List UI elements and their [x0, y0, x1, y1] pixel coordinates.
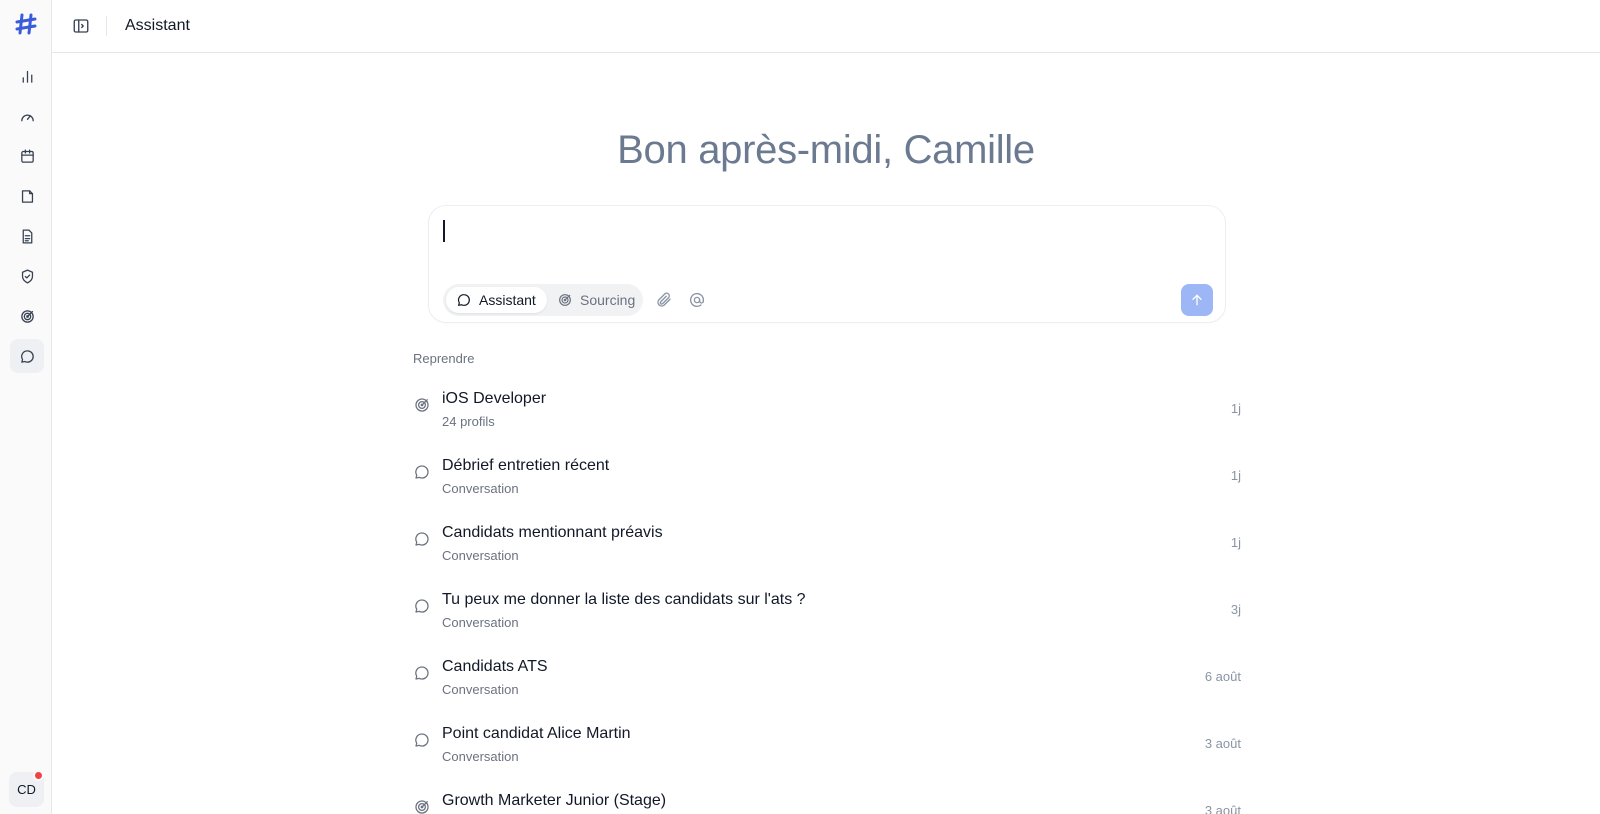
chat-bubble-icon[interactable] — [10, 339, 44, 373]
item-subtitle: Conversation — [442, 481, 519, 496]
mode-sourcing-button[interactable]: Sourcing — [547, 287, 646, 313]
gauge-icon[interactable] — [10, 99, 44, 133]
item-time: 1j — [1230, 468, 1241, 483]
sidebar: CD — [0, 0, 52, 814]
header-divider — [106, 16, 107, 36]
send-button[interactable] — [1181, 284, 1213, 316]
item-time: 1j — [1230, 401, 1241, 416]
item-title: Tu peux me donner la liste des candidats… — [442, 591, 806, 608]
page-title: Assistant — [125, 17, 190, 34]
chat-bubble-icon — [413, 463, 431, 481]
target-icon — [559, 294, 571, 306]
top-header: Assistant — [52, 0, 1600, 53]
item-subtitle: Conversation — [442, 749, 519, 764]
item-title: Point candidat Alice Martin — [442, 725, 631, 742]
notification-badge — [33, 770, 44, 781]
mode-assistant-label: Assistant — [479, 292, 536, 308]
at-mention-icon[interactable] — [688, 291, 706, 309]
item-subtitle: Conversation — [442, 682, 519, 697]
message-input[interactable] — [441, 216, 1201, 244]
list-item[interactable]: Candidats ATS Conversation 6 août — [413, 646, 1241, 713]
paperclip-icon[interactable] — [655, 291, 673, 309]
item-title: Débrief entretien récent — [442, 457, 610, 474]
item-subtitle: Conversation — [442, 615, 519, 630]
user-initials: CD — [17, 782, 36, 797]
chat-bubble-icon — [413, 731, 431, 749]
calendar-icon[interactable] — [10, 139, 44, 173]
target-icon[interactable] — [10, 299, 44, 333]
item-time: 6 août — [1204, 669, 1241, 684]
target-icon — [413, 798, 431, 814]
mode-assistant-button[interactable]: Assistant — [446, 287, 547, 313]
item-time: 3 août — [1204, 803, 1241, 814]
greeting-heading: Bon après-midi, Camille — [617, 128, 1035, 172]
chat-bubble-icon — [458, 294, 470, 306]
note-icon[interactable] — [10, 179, 44, 213]
item-title: Candidats ATS — [442, 658, 548, 675]
shield-check-icon[interactable] — [10, 259, 44, 293]
recent-list: iOS Developer 24 profils 1j Débrief entr… — [413, 378, 1241, 814]
document-icon[interactable] — [10, 219, 44, 253]
mode-sourcing-label: Sourcing — [580, 292, 636, 308]
target-icon — [413, 396, 431, 414]
item-subtitle: Conversation — [442, 548, 519, 563]
bar-chart-icon[interactable] — [10, 59, 44, 93]
app-logo-icon[interactable] — [14, 12, 38, 36]
item-time: 1j — [1230, 535, 1241, 550]
chat-bubble-icon — [413, 664, 431, 682]
list-item[interactable]: iOS Developer 24 profils 1j — [413, 378, 1241, 445]
message-composer: Assistant Sourcing — [428, 205, 1226, 323]
list-item[interactable]: Débrief entretien récent Conversation 1j — [413, 445, 1241, 512]
item-title: Candidats mentionnant préavis — [442, 524, 663, 541]
list-item[interactable]: Candidats mentionnant préavis Conversati… — [413, 512, 1241, 579]
resume-section-label: Reprendre — [413, 351, 475, 366]
item-title: Growth Marketer Junior (Stage) — [442, 792, 667, 809]
arrow-up-icon — [1192, 294, 1202, 306]
list-item[interactable]: Point candidat Alice Martin Conversation… — [413, 713, 1241, 780]
mode-switch: Assistant Sourcing — [443, 284, 643, 316]
sidebar-toggle-icon[interactable] — [72, 17, 90, 35]
chat-bubble-icon — [413, 530, 431, 548]
item-subtitle: 24 profils — [442, 414, 495, 429]
chat-bubble-icon — [413, 597, 431, 615]
list-item[interactable]: Growth Marketer Junior (Stage) 3 août — [413, 780, 1241, 814]
item-title: iOS Developer — [442, 390, 547, 407]
item-time: 3j — [1230, 602, 1241, 617]
list-item[interactable]: Tu peux me donner la liste des candidats… — [413, 579, 1241, 646]
item-time: 3 août — [1204, 736, 1241, 751]
